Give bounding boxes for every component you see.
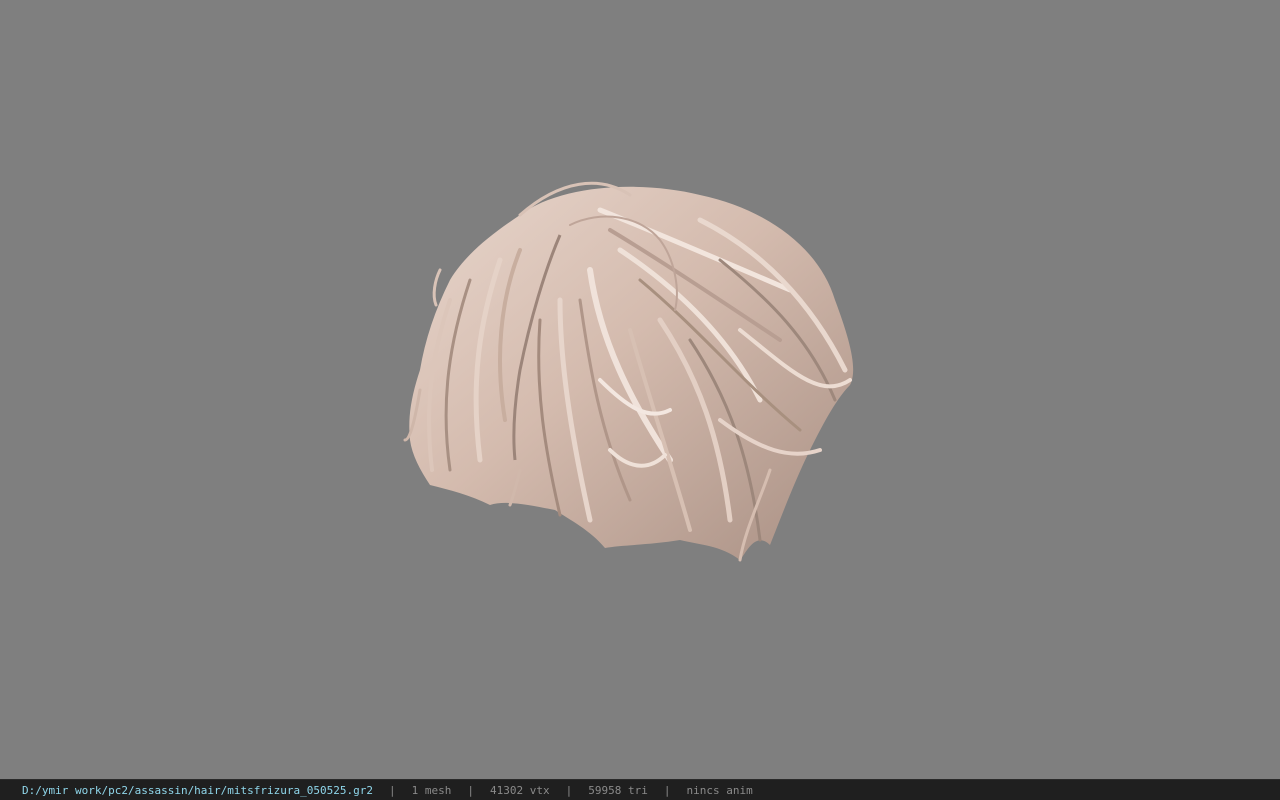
separator: | xyxy=(467,783,474,797)
status-bar: D:/ymir work/pc2/assassin/hair/mitsfrizu… xyxy=(0,779,1280,800)
3d-viewport[interactable] xyxy=(0,0,1280,779)
separator: | xyxy=(663,783,671,797)
vertex-count: 41302 vtx xyxy=(490,783,550,797)
triangle-count: 59958 tri xyxy=(588,783,648,797)
mesh-count: 1 mesh xyxy=(411,783,452,797)
separator: | xyxy=(389,783,396,797)
separator: | xyxy=(565,783,573,797)
hair-model xyxy=(403,181,854,562)
file-path: D:/ymir work/pc2/assassin/hair/mitsfrizu… xyxy=(22,783,373,797)
animation-status: nincs anim xyxy=(686,783,753,797)
